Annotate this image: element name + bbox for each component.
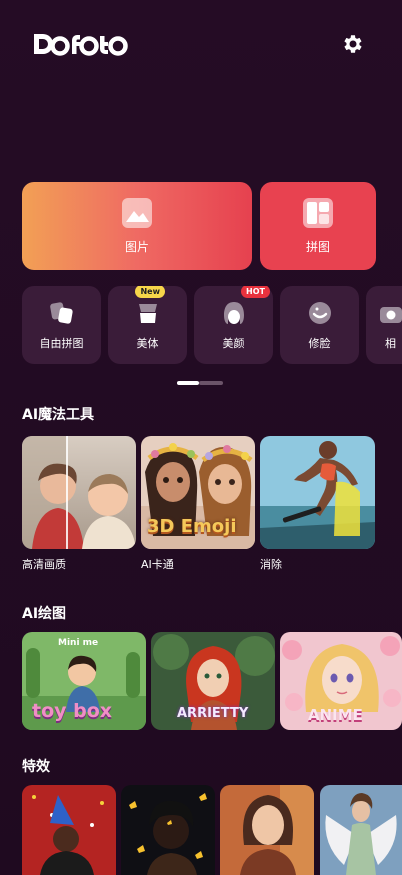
card-effect-angel[interactable] <box>320 785 402 875</box>
collage-tile-label: 拼图 <box>305 240 330 254</box>
card-caption: AI卡通 <box>141 558 174 571</box>
collage-tile-button[interactable]: 拼图 <box>260 182 376 270</box>
free-collage-icon <box>49 302 73 324</box>
face-beauty-icon <box>223 302 244 324</box>
body-icon <box>138 304 157 323</box>
remove-thumbnail <box>260 436 375 549</box>
card-toy-box[interactable]: Mini me toy box <box>22 632 146 730</box>
tool-free-collage[interactable]: 自由拼图 <box>22 286 101 364</box>
card-caption: 高清画质 <box>22 558 66 571</box>
camera-icon <box>379 307 402 323</box>
tool-label: 自由拼图 <box>39 337 84 350</box>
page-indicator <box>177 381 223 385</box>
tool-label: 相 <box>385 337 396 350</box>
image-icon <box>122 198 152 228</box>
card-effect-butterflies[interactable] <box>121 785 215 875</box>
card-effect-party[interactable] <box>22 785 116 875</box>
card-remove[interactable] <box>260 436 375 549</box>
section-title-ai-magic: AI魔法工具 <box>22 407 95 423</box>
card-arrietty[interactable]: ARRIETTY <box>151 632 275 730</box>
face-retouch-icon <box>308 302 331 324</box>
portrait-effect-thumbnail <box>220 785 314 875</box>
hot-badge: HOT <box>241 286 270 298</box>
app-logo <box>32 30 128 66</box>
main-actions: 图片 拼图 <box>22 182 376 270</box>
butterflies-effect-thumbnail <box>121 785 215 875</box>
tool-label: 修脸 <box>308 337 331 350</box>
tool-body[interactable]: 美体 New <box>108 286 187 364</box>
collage-layout-icon <box>303 198 333 228</box>
tool-label: 美颜 <box>222 337 245 350</box>
card-overlay-text: ARRIETTY <box>177 706 249 721</box>
gear-icon[interactable] <box>340 32 364 56</box>
tool-row: 自由拼图 美体 New 美颜 HOT 修脸 相 <box>22 286 402 364</box>
tool-face-retouch[interactable]: 修脸 <box>280 286 359 364</box>
card-anime[interactable]: ANIME <box>280 632 402 730</box>
page-indicator-track <box>199 381 223 385</box>
section-title-effects: 特效 <box>22 759 50 775</box>
photo-tile-label: 图片 <box>124 240 149 254</box>
card-overlay-text: toy box <box>32 700 113 722</box>
app-header <box>0 28 402 62</box>
card-hd-quality[interactable] <box>22 436 136 549</box>
card-caption: 消除 <box>260 558 282 571</box>
tool-label: 美体 <box>136 337 159 350</box>
party-effect-thumbnail <box>22 785 116 875</box>
hd-quality-thumbnail <box>22 436 136 549</box>
card-ai-cartoon[interactable]: 3D Emoji <box>141 436 255 549</box>
card-overlay-text: 3D Emoji <box>147 516 237 537</box>
card-top-text: Mini me <box>58 638 99 648</box>
section-title-ai-drawing: AI绘图 <box>22 606 67 622</box>
photo-tile-button[interactable]: 图片 <box>22 182 252 270</box>
dofoto-logo <box>34 34 128 56</box>
tool-face-beauty[interactable]: 美颜 HOT <box>194 286 273 364</box>
tool-camera[interactable]: 相 <box>366 286 402 364</box>
new-badge: New <box>135 286 165 298</box>
angel-effect-thumbnail <box>320 785 402 875</box>
card-effect-portrait[interactable] <box>220 785 314 875</box>
page-indicator-active <box>177 381 199 385</box>
card-overlay-text: ANIME <box>308 706 363 724</box>
